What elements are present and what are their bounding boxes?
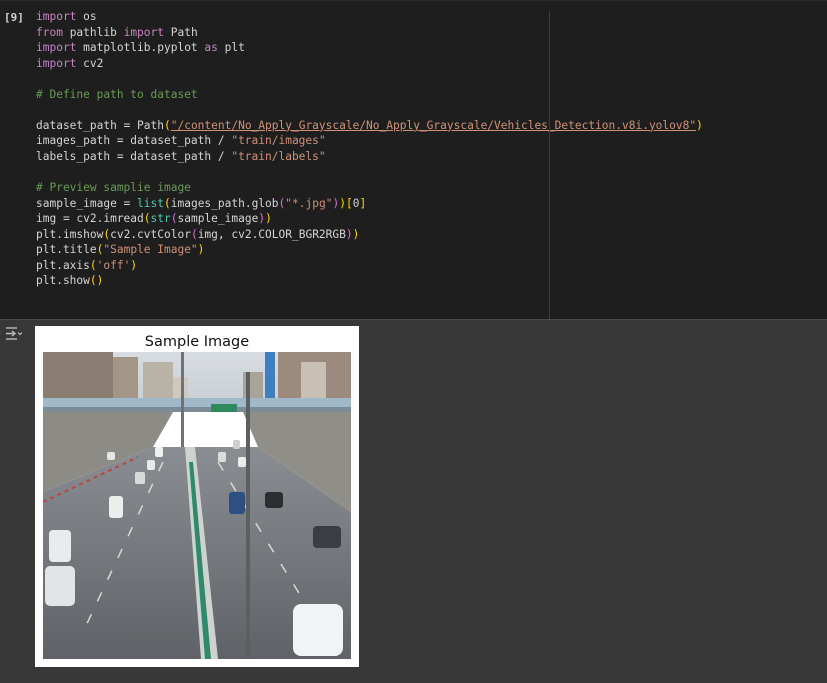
code-line[interactable]: img = cv2.imread(str(sample_image)): [36, 211, 703, 227]
code-line[interactable]: # Define path to dataset: [36, 87, 703, 103]
code-token: 'off': [96, 258, 131, 272]
code-token: # Define path to dataset: [36, 87, 198, 101]
code-token: pathlib: [62, 25, 124, 39]
code-line[interactable]: labels_path = dataset_path / "train/labe…: [36, 149, 703, 165]
code-token: plt.imshow: [36, 227, 104, 241]
code-token: ): [197, 243, 205, 257]
code-token: os: [76, 10, 97, 23]
code-token: (: [190, 227, 198, 241]
code-line[interactable]: plt.title("Sample Image"): [36, 242, 703, 258]
code-line[interactable]: [36, 71, 703, 87]
code-token: import: [36, 56, 77, 70]
code-token: plt.show: [36, 274, 90, 288]
code-token: (): [89, 274, 104, 288]
execution-count: [9]: [4, 11, 24, 24]
code-token: list: [137, 196, 164, 210]
code-token: plt.title: [36, 243, 97, 257]
code-line[interactable]: images_path = dataset_path / "train/imag…: [36, 133, 703, 149]
code-line[interactable]: sample_image = list(images_path.glob("*.…: [36, 196, 703, 212]
code-cell[interactable]: [9] import os from pathlib import Path imp…: [0, 0, 827, 320]
code-line[interactable]: # Preview samplie image: [36, 180, 703, 196]
code-line[interactable]: plt.axis('off'): [36, 258, 703, 274]
code-token: img, cv2.COLOR_BGR2RGB: [197, 227, 346, 241]
code-line[interactable]: import matplotlib.pyplot as plt: [36, 40, 703, 56]
code-token: images_path.glob: [170, 196, 279, 210]
code-token: ): [339, 196, 346, 210]
code-token: plt: [217, 41, 245, 55]
code-token: import: [36, 41, 77, 55]
code-token: (: [163, 118, 171, 132]
code-line[interactable]: from pathlib import Path: [36, 25, 703, 41]
code-token: as: [204, 41, 218, 55]
code-token: plt.axis: [36, 258, 90, 272]
code-line[interactable]: plt.imshow(cv2.cvtColor(img, cv2.COLOR_B…: [36, 227, 703, 243]
code-editor[interactable]: import os from pathlib import Path import …: [36, 9, 703, 289]
code-line[interactable]: dataset_path = Path("/content/No_Apply_G…: [36, 118, 703, 134]
code-line[interactable]: plt.show(): [36, 273, 703, 289]
code-token: "*.jpg": [285, 196, 333, 210]
code-token: import: [36, 10, 77, 23]
code-token: # Preview samplie image: [36, 181, 191, 195]
code-token: ): [352, 227, 360, 241]
figure-title: Sample Image: [144, 334, 250, 350]
code-token: str: [150, 212, 171, 226]
code-line[interactable]: import cv2: [36, 56, 703, 72]
code-token: "/content/No_Apply_Grayscale/No_Apply_Gr…: [170, 118, 697, 132]
code-token: (: [170, 212, 178, 226]
code-token: [: [345, 196, 353, 210]
output-area: Sample Image: [0, 320, 827, 683]
code-token: "Sample Image": [103, 243, 198, 257]
code-token: "train/images": [231, 134, 326, 148]
code-token: ]: [359, 196, 367, 210]
code-token: cv2: [76, 56, 104, 70]
editor-ruler: [549, 11, 550, 319]
code-token: cv2.cvtColor: [110, 227, 191, 241]
code-token: ): [696, 118, 703, 132]
matplotlib-figure: Sample Image: [35, 326, 359, 667]
code-token: (: [164, 196, 171, 210]
code-token: (: [89, 258, 97, 272]
code-token: from: [36, 25, 63, 39]
code-token: img = cv2.imread: [36, 212, 144, 226]
code-token: ): [345, 227, 353, 241]
code-token: sample_image =: [36, 196, 138, 210]
code-token: dataset_path = Path: [36, 118, 164, 132]
code-token: ): [130, 258, 138, 272]
code-token: labels_path = dataset_path /: [36, 149, 232, 163]
code-token: import: [123, 25, 164, 39]
code-token: Path: [164, 25, 198, 39]
code-line[interactable]: [36, 164, 703, 180]
code-line[interactable]: [36, 102, 703, 118]
output-toggle-icon[interactable]: [5, 326, 23, 342]
code-token: ): [265, 212, 272, 226]
code-token: sample_image: [177, 212, 259, 226]
code-token: matplotlib.pyplot: [76, 41, 205, 55]
code-token: images_path = dataset_path /: [36, 134, 232, 148]
code-token: "train/labels": [231, 149, 326, 163]
code-line[interactable]: import os: [36, 9, 703, 25]
code-token: (: [143, 212, 151, 226]
sample-image: [43, 352, 351, 659]
